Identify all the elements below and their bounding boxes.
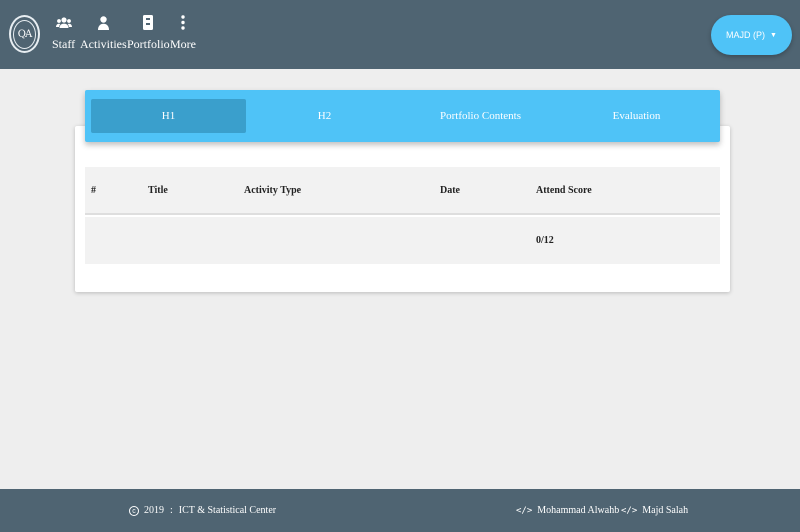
users-icon <box>55 14 72 31</box>
nav-label-portfolio: Portfolio <box>127 37 170 51</box>
table-row: 0/12 <box>85 217 720 264</box>
nav-label-activities: Activities <box>80 37 127 51</box>
user-name: MAJD (P) <box>726 30 766 40</box>
nav-item-more[interactable]: More <box>170 14 196 51</box>
nav-item-portfolio[interactable]: Portfolio <box>127 14 170 51</box>
nav-item-staff[interactable]: Staff <box>52 14 75 51</box>
copyright-year: 2019 <box>144 505 164 516</box>
user-menu-button[interactable]: MAJD (P) ▼ <box>711 15 792 55</box>
copyright-org: ICT & Statistical Center <box>178 505 277 516</box>
code-icon: </> <box>621 505 638 516</box>
nav-label-more: More <box>170 37 196 51</box>
header-attend-score: Attend Score <box>536 184 592 196</box>
table-header: # Title Activity Type Date Attend Score <box>85 167 720 215</box>
header-activity-type: Activity Type <box>244 184 302 196</box>
nav-item-activities[interactable]: Activities <box>80 14 127 51</box>
credit-name-1: Mohammad Alwahb <box>537 505 620 516</box>
footer: c 2019 : ICT & Statistical Center </> Mo… <box>0 489 800 532</box>
header-title: Title <box>148 184 168 196</box>
header-date: Date <box>440 184 460 196</box>
copyright-icon: c <box>129 505 139 516</box>
code-icon: </> <box>516 505 533 516</box>
portfolio-icon <box>143 14 154 31</box>
footer-credit-1[interactable]: </> Mohammad Alwahb <box>516 489 619 532</box>
tab-portfolio-contents[interactable]: Portfolio Contents <box>403 99 558 133</box>
footer-credit-2[interactable]: </> Majd Salah <box>621 489 688 532</box>
tab-h1[interactable]: H1 <box>91 99 246 133</box>
footer-copyright: c 2019 : ICT & Statistical Center <box>129 489 276 532</box>
credit-name-2: Majd Salah <box>642 505 689 516</box>
logo-text: QA <box>13 19 36 49</box>
tab-bar: H1 H2 Portfolio Contents Evaluation <box>85 90 720 142</box>
header-number: # <box>91 184 96 196</box>
more-vertical-icon <box>181 14 185 31</box>
qa-logo[interactable]: QA <box>9 15 40 53</box>
copyright-separator: : <box>170 505 173 516</box>
tab-evaluation[interactable]: Evaluation <box>559 99 714 133</box>
top-navbar: QA Staff Activities Portfolio More MAJD … <box>0 0 800 69</box>
nav-label-staff: Staff <box>52 37 76 51</box>
user-icon <box>97 14 109 31</box>
cell-attend-score: 0/12 <box>536 235 554 246</box>
tab-h2[interactable]: H2 <box>247 99 402 133</box>
caret-down-icon: ▼ <box>770 31 777 39</box>
